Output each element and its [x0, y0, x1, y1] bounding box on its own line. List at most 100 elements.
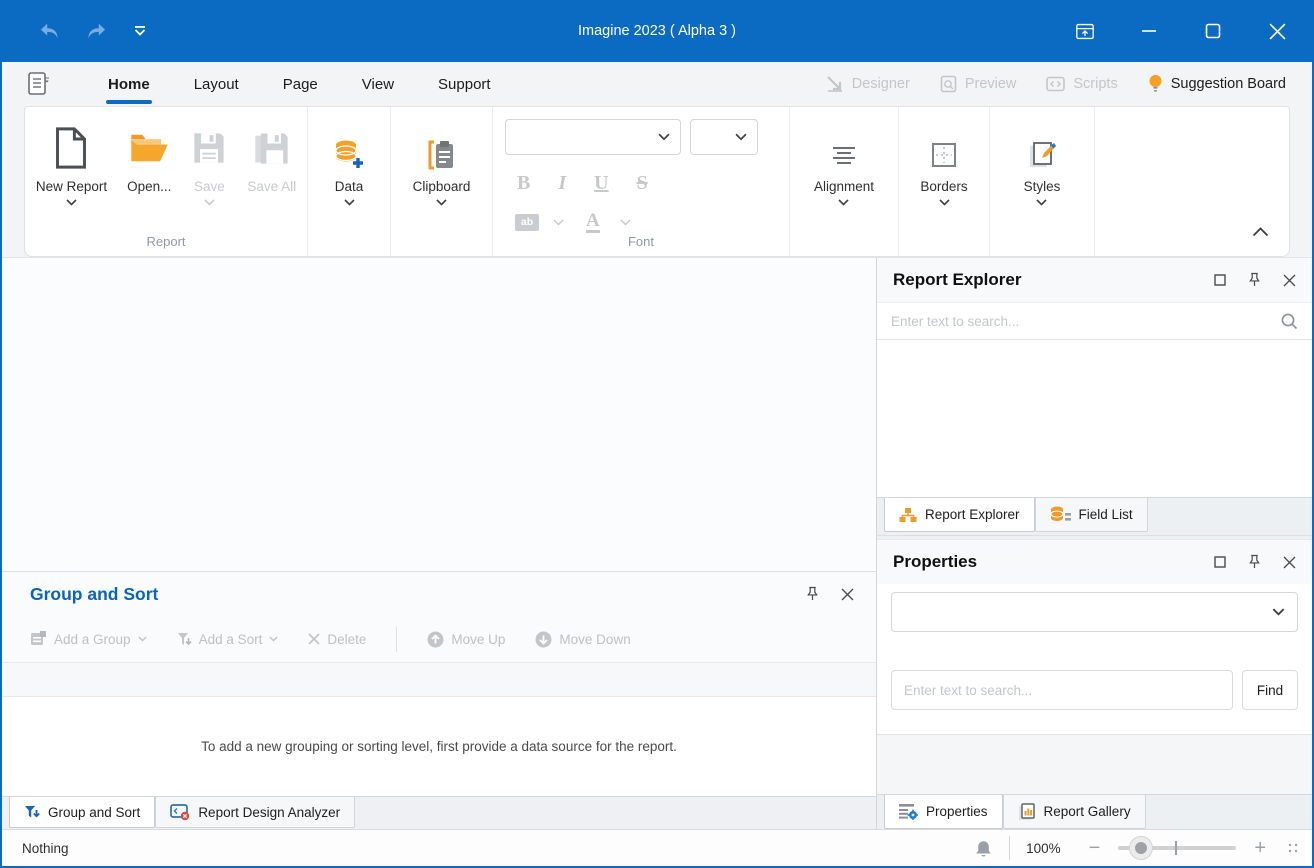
qat-customize-icon[interactable] [134, 25, 146, 37]
pin-icon[interactable] [1248, 272, 1261, 288]
close-icon[interactable] [1268, 22, 1286, 40]
maximize-panel-icon[interactable] [1214, 274, 1226, 286]
chevron-down-icon [436, 199, 447, 206]
group-sort-tab-icon [25, 805, 40, 817]
chevron-down-icon [137, 636, 147, 642]
strikethrough-button[interactable]: S [637, 172, 648, 195]
tab-home[interactable]: Home [90, 62, 168, 106]
redo-icon[interactable] [86, 22, 108, 40]
clipboard-button[interactable]: Clipboard [403, 135, 481, 208]
bold-button[interactable]: B [517, 172, 530, 195]
scripts-button[interactable]: Scripts [1046, 76, 1118, 92]
maximize-panel-icon[interactable] [1214, 556, 1226, 568]
new-report-button[interactable]: New Report [26, 121, 117, 208]
tab-view[interactable]: View [344, 62, 412, 106]
properties-grid[interactable] [877, 718, 1312, 734]
zoom-slider-thumb[interactable] [1130, 837, 1153, 859]
zoom-out-button[interactable]: − [1085, 838, 1105, 858]
search-icon[interactable] [1280, 312, 1298, 330]
right-dock: Report Explorer Enter text to search... … [876, 257, 1312, 829]
report-explorer-search [877, 302, 1312, 340]
chevron-down-icon [938, 199, 950, 206]
borders-button[interactable]: Borders [910, 135, 977, 208]
zoom-slider-center-tick [1175, 841, 1178, 855]
designer-icon [827, 76, 842, 92]
pin-icon[interactable] [806, 586, 819, 602]
app-menu-button[interactable] [26, 71, 50, 97]
minimize-icon[interactable] [1140, 22, 1158, 40]
window-title: Imagine 2023 ( Alpha 3 ) [578, 23, 736, 39]
tab-report-design-analyzer[interactable]: Report Design Analyzer [155, 797, 356, 828]
tab-report-explorer[interactable]: Report Explorer [884, 498, 1035, 532]
chevron-down-icon [658, 133, 670, 141]
ribbon-tab-row: Home Layout Page View Support Designer P… [2, 62, 1312, 106]
move-up-button[interactable]: Move Up [427, 631, 505, 648]
design-surface[interactable]: Group and Sort Add a Group Add a Sort De… [2, 257, 876, 829]
tab-properties[interactable]: Properties [884, 795, 1003, 829]
tab-report-gallery[interactable]: Report Gallery [1002, 795, 1146, 829]
empty-message: To add a new grouping or sorting level, … [201, 739, 677, 754]
save-all-button[interactable]: Save All [237, 121, 306, 196]
resize-grip[interactable] [1288, 843, 1298, 853]
bottom-dock-tabstrip: Group and Sort Report Design Analyzer [2, 796, 876, 829]
save-all-icon [253, 123, 291, 173]
main-area: Group and Sort Add a Group Add a Sort De… [2, 257, 1312, 829]
alignment-button[interactable]: Alignment [804, 135, 884, 208]
preview-button[interactable]: Preview [940, 75, 1016, 93]
delete-button[interactable]: Delete [308, 632, 366, 647]
chevron-down-icon [838, 199, 850, 206]
properties-search-input[interactable] [891, 670, 1233, 710]
font-name-combobox[interactable] [505, 119, 681, 155]
font-color-row: ab A [515, 211, 777, 233]
notifications-bell-icon[interactable] [974, 839, 993, 858]
status-separator [1009, 836, 1011, 860]
search-input[interactable] [891, 313, 1280, 329]
chevron-down-icon[interactable] [553, 219, 564, 226]
font-combo-row [505, 119, 777, 155]
close-icon[interactable] [1283, 556, 1296, 569]
designer-button[interactable]: Designer [826, 76, 910, 92]
undo-icon[interactable] [38, 22, 60, 40]
open-button[interactable]: Open... [117, 121, 181, 196]
scripts-icon [1046, 76, 1066, 92]
tab-page[interactable]: Page [265, 62, 336, 106]
move-down-button[interactable]: Move Down [535, 631, 631, 648]
font-color-button[interactable]: A [586, 211, 600, 233]
report-group-label: Report [146, 234, 186, 249]
status-bar: Nothing 100% − + [2, 829, 1312, 866]
maximize-icon[interactable] [1204, 22, 1222, 40]
add-group-button[interactable]: Add a Group [30, 631, 147, 647]
pin-icon[interactable] [1248, 554, 1261, 570]
clipboard-icon [426, 137, 456, 173]
add-sort-button[interactable]: Add a Sort [177, 632, 279, 647]
tab-support[interactable]: Support [420, 62, 509, 106]
report-explorer-tree[interactable] [877, 340, 1312, 497]
underline-button[interactable]: U [594, 172, 608, 195]
find-button[interactable]: Find [1242, 670, 1298, 710]
collapse-ribbon-button[interactable] [1252, 224, 1269, 242]
object-selector-combobox[interactable] [891, 592, 1298, 632]
tab-group-and-sort[interactable]: Group and Sort [9, 797, 156, 828]
save-button[interactable]: Save [181, 121, 237, 208]
zoom-slider[interactable] [1118, 836, 1237, 860]
chevron-down-icon[interactable] [620, 219, 631, 226]
zoom-in-button[interactable]: + [1250, 838, 1270, 858]
tab-field-list[interactable]: Field List [1034, 498, 1148, 532]
lightbulb-icon [1149, 75, 1162, 92]
close-icon[interactable] [1283, 274, 1296, 287]
alignment-icon [831, 137, 857, 173]
properties-dock-tabstrip: Properties Report Gallery [877, 794, 1312, 829]
close-icon[interactable] [841, 588, 854, 601]
chevron-up-icon [1252, 227, 1269, 237]
suggestion-board-button[interactable]: Suggestion Board [1148, 74, 1286, 94]
font-size-combobox[interactable] [690, 119, 758, 155]
tab-layout[interactable]: Layout [176, 62, 257, 106]
ribbon-toggle-icon[interactable] [1076, 22, 1094, 40]
open-folder-icon [128, 123, 170, 173]
italic-button[interactable]: I [558, 172, 566, 195]
status-right: 100% − + [974, 836, 1298, 860]
new-report-icon [53, 123, 89, 173]
styles-button[interactable]: Styles [1014, 135, 1071, 208]
data-button[interactable]: Data [323, 135, 375, 208]
highlight-button[interactable]: ab [515, 213, 539, 231]
